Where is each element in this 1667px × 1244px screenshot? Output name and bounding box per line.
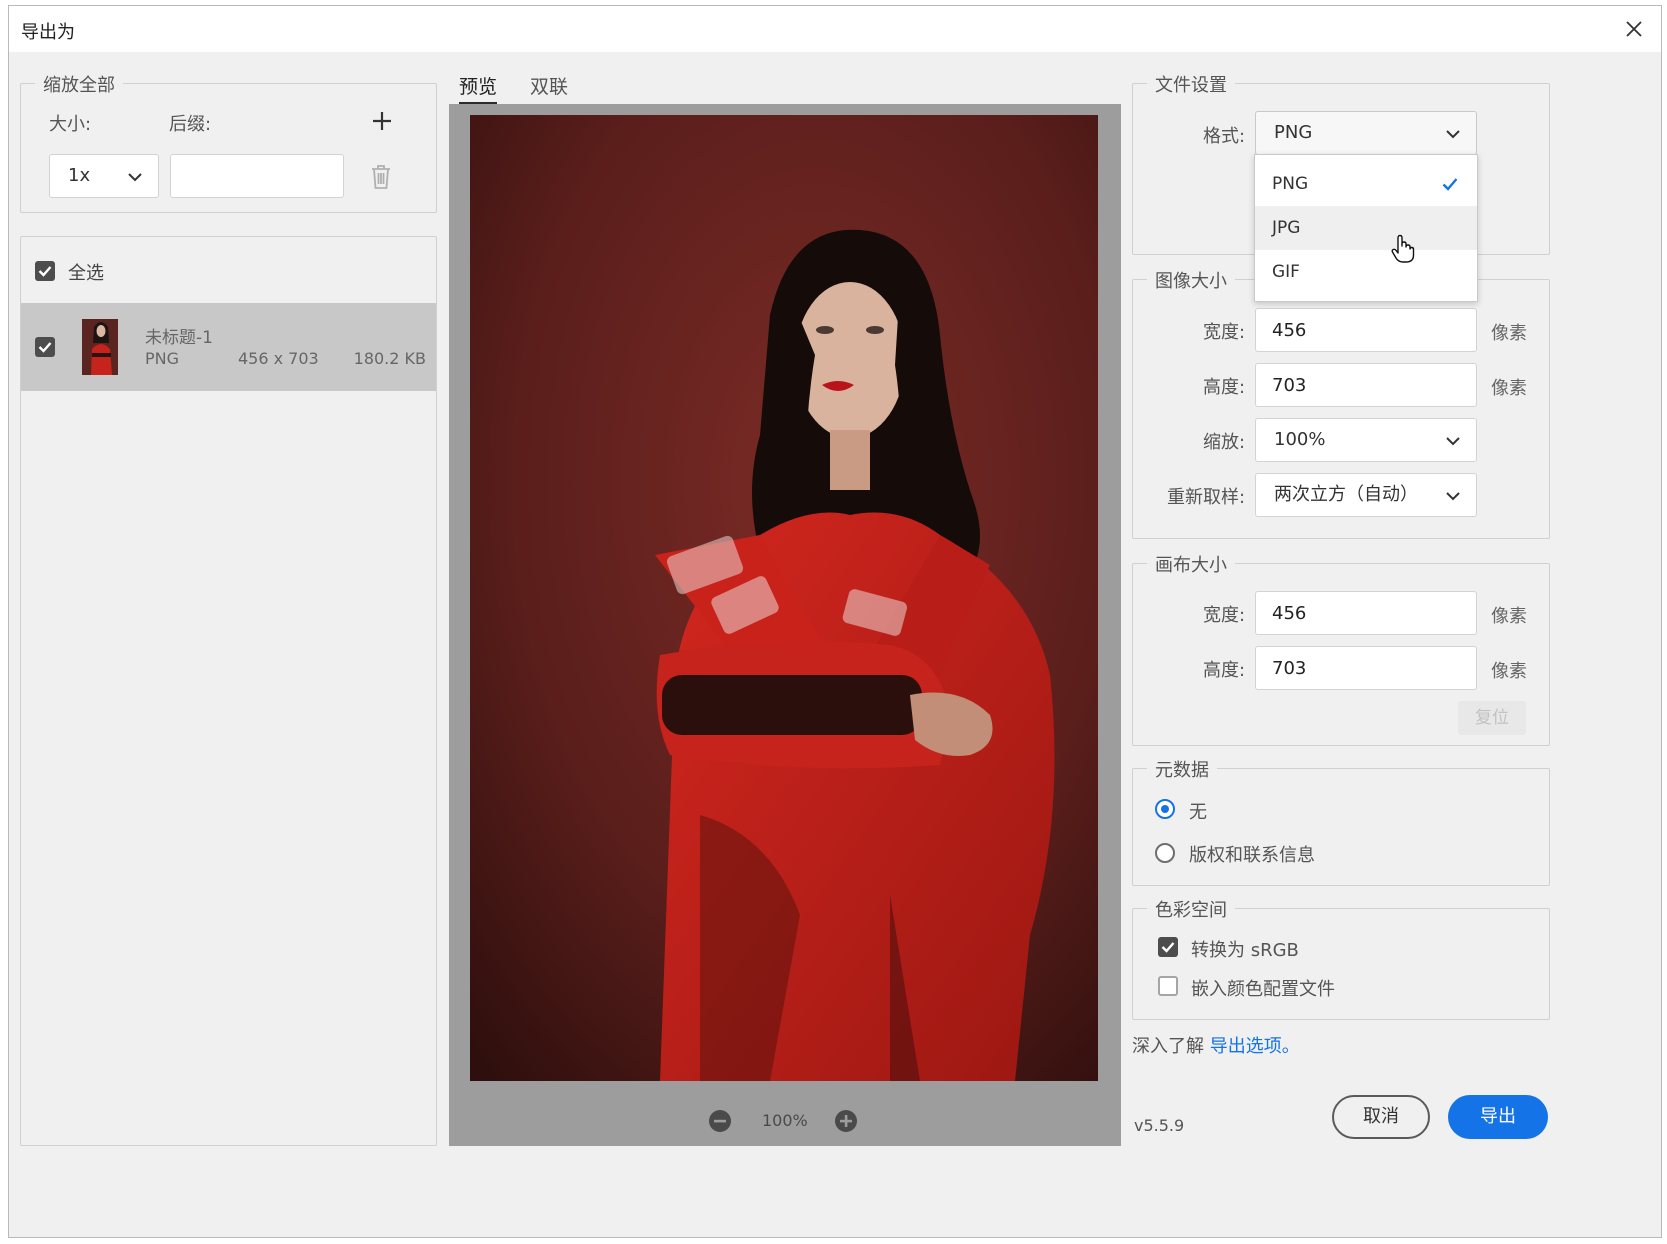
- convert-srgb-label: 转换为 sRGB: [1191, 940, 1299, 961]
- canvas-height-label: 高度:: [1203, 660, 1246, 681]
- metadata-none-label: 无: [1189, 802, 1207, 823]
- zoom-level: 100%: [762, 1111, 808, 1130]
- asset-row[interactable]: 未标题-1 PNG 456 x 703 180.2 KB: [21, 303, 436, 391]
- asset-dimensions: 456 x 703: [238, 349, 319, 368]
- format-option-jpg-label: JPG: [1272, 218, 1301, 238]
- image-width-unit: 像素: [1491, 323, 1527, 344]
- format-label: 格式:: [1203, 126, 1246, 147]
- convert-srgb-checkbox[interactable]: [1158, 937, 1178, 957]
- suffix-input[interactable]: [170, 154, 344, 198]
- embed-profile-label: 嵌入颜色配置文件: [1191, 979, 1335, 1000]
- image-height-label: 高度:: [1203, 377, 1246, 398]
- image-width-input[interactable]: [1255, 308, 1477, 352]
- tab-2-up[interactable]: 双联: [530, 72, 568, 99]
- format-option-png-label: PNG: [1272, 174, 1309, 194]
- canvas-width-input[interactable]: [1255, 591, 1477, 635]
- scale-all-legend: 缩放全部: [35, 71, 123, 97]
- zoom-out-icon[interactable]: [708, 1109, 732, 1133]
- zoom-in-icon[interactable]: [834, 1109, 858, 1133]
- color-space-group: 色彩空间 转换为 sRGB 嵌入颜色配置文件: [1132, 896, 1550, 1020]
- canvas-size-group: 画布大小 宽度: 像素 高度: 像素 复位: [1132, 551, 1550, 746]
- format-option-jpg[interactable]: JPG: [1255, 206, 1477, 250]
- export-options-link[interactable]: 导出选项。: [1210, 1036, 1300, 1057]
- checkmark-icon: [1442, 178, 1458, 191]
- image-size-group: 图像大小 宽度: 像素 高度: 像素 缩放: 100% 重新取样: 两次立方（自…: [1132, 267, 1550, 539]
- cancel-button[interactable]: 取消: [1332, 1095, 1430, 1139]
- suffix-label: 后缀:: [169, 114, 212, 135]
- trash-icon[interactable]: [369, 164, 393, 190]
- scale-all-group: 缩放全部 大小: 后缀: 1x: [20, 71, 437, 213]
- chevron-down-icon: [128, 173, 142, 182]
- chevron-down-icon: [1446, 492, 1460, 501]
- preview-area: 100%: [449, 104, 1121, 1146]
- format-dropdown-menu: PNG JPG GIF: [1254, 154, 1478, 302]
- color-space-legend: 色彩空间: [1147, 896, 1235, 922]
- add-scale-icon[interactable]: [371, 110, 393, 132]
- metadata-copyright-radio[interactable]: [1155, 843, 1175, 863]
- canvas-size-legend: 画布大小: [1147, 551, 1235, 577]
- asset-list: 全选 未标题-1 PNG 456 x 703 180.2 KB: [20, 236, 437, 1146]
- asset-checkbox[interactable]: [35, 337, 55, 357]
- scale-select[interactable]: 100%: [1255, 418, 1477, 462]
- hand-cursor-icon: [1390, 234, 1416, 264]
- canvas-width-unit: 像素: [1491, 606, 1527, 627]
- size-select-value: 1x: [68, 165, 91, 186]
- select-all-label: 全选: [68, 263, 104, 284]
- title-bar: 导出为: [9, 6, 1661, 52]
- file-settings-legend: 文件设置: [1147, 71, 1235, 97]
- image-height-input[interactable]: [1255, 363, 1477, 407]
- canvas-height-unit: 像素: [1491, 661, 1527, 682]
- chevron-down-icon: [1446, 130, 1460, 139]
- asset-thumbnail: [82, 319, 118, 375]
- format-option-png[interactable]: PNG: [1255, 162, 1477, 206]
- reset-button[interactable]: 复位: [1458, 701, 1526, 735]
- format-option-gif-label: GIF: [1272, 262, 1300, 282]
- version-label: v5.5.9: [1134, 1116, 1185, 1135]
- asset-name: 未标题-1: [145, 328, 213, 348]
- metadata-none-radio[interactable]: [1155, 799, 1175, 819]
- chevron-down-icon: [1446, 437, 1460, 446]
- resample-label: 重新取样:: [1167, 487, 1246, 508]
- dialog-title: 导出为: [21, 22, 75, 43]
- size-select[interactable]: 1x: [49, 154, 159, 198]
- preview-image: [470, 115, 1098, 1081]
- scale-select-value: 100%: [1274, 429, 1326, 450]
- learn-more: 深入了解 导出选项。: [1132, 1032, 1300, 1058]
- format-select[interactable]: PNG: [1255, 111, 1477, 155]
- select-all-checkbox[interactable]: [35, 261, 55, 281]
- tab-preview[interactable]: 预览: [459, 72, 497, 99]
- format-option-gif[interactable]: GIF: [1255, 250, 1477, 294]
- metadata-copyright-label: 版权和联系信息: [1189, 845, 1315, 866]
- metadata-group: 元数据 无 版权和联系信息: [1132, 756, 1550, 886]
- asset-format: PNG: [145, 349, 180, 368]
- export-button[interactable]: 导出: [1448, 1095, 1548, 1139]
- image-width-label: 宽度:: [1203, 322, 1246, 343]
- canvas-height-input[interactable]: [1255, 646, 1477, 690]
- asset-filesize: 180.2 KB: [353, 349, 426, 368]
- size-label: 大小:: [49, 114, 92, 135]
- close-icon[interactable]: [1617, 12, 1651, 46]
- image-height-unit: 像素: [1491, 378, 1527, 399]
- resample-select[interactable]: 两次立方（自动）: [1255, 473, 1477, 517]
- learn-more-text: 深入了解: [1132, 1036, 1204, 1057]
- embed-profile-checkbox[interactable]: [1158, 976, 1178, 996]
- image-size-legend: 图像大小: [1147, 267, 1235, 293]
- metadata-legend: 元数据: [1147, 756, 1217, 782]
- format-select-value: PNG: [1274, 122, 1313, 143]
- scale-label: 缩放:: [1203, 432, 1246, 453]
- canvas-width-label: 宽度:: [1203, 605, 1246, 626]
- export-as-dialog: 导出为 缩放全部 大小: 后缀: 1x 全选 未标题-1 PNG 456 x 7…: [8, 5, 1662, 1238]
- resample-select-value: 两次立方（自动）: [1274, 484, 1418, 505]
